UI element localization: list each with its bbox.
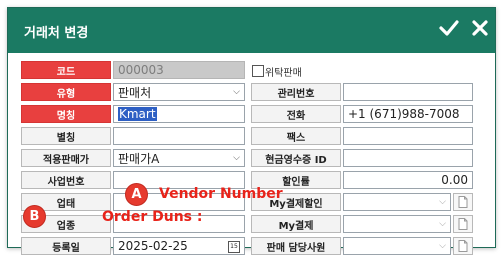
discount-rate-field[interactable]: 0.00 xyxy=(343,171,473,189)
type-select-value: 판매처 xyxy=(118,85,152,100)
consign-checkbox-label: 위탁판매 xyxy=(265,68,302,79)
calendar-icon[interactable]: 15 xyxy=(228,241,240,253)
label-phone: 전화 xyxy=(251,105,341,123)
form-area: 코드 000003 위탁판매 유형 판매처 ⌵ 관리번호 명칭 Kmart 전화… xyxy=(8,53,495,255)
close-icon[interactable] xyxy=(469,17,491,39)
phone-field[interactable]: +1 (671)988-7008 xyxy=(343,105,473,123)
label-reg-date: 등록일 xyxy=(21,237,111,255)
annotation-a-text: Vendor Number xyxy=(159,186,283,202)
annotation-b-text: Order Duns : xyxy=(102,209,203,225)
label-sales-rep: 판매 담당사원 xyxy=(251,237,341,255)
dropdown-arrow-icon: ⌵ xyxy=(439,219,446,229)
file-icon xyxy=(458,196,468,208)
dropdown-arrow-icon: ⌵ xyxy=(233,153,240,163)
price-type-value: 판매가A xyxy=(118,151,160,166)
fax-field[interactable] xyxy=(343,127,473,145)
label-name: 명칭 xyxy=(21,105,111,123)
my-payment-file-button[interactable] xyxy=(453,215,473,233)
label-price-type: 적용판매가 xyxy=(21,149,111,167)
label-code: 코드 xyxy=(21,61,111,79)
reg-date-value: 2025-02-25 xyxy=(118,239,188,253)
label-mgmt-no: 관리번호 xyxy=(251,83,341,101)
label-biz-no: 사업번호 xyxy=(21,171,111,189)
consign-checkbox[interactable] xyxy=(252,65,264,77)
my-discount-select[interactable]: ⌵ xyxy=(343,193,451,211)
code-field: 000003 xyxy=(113,61,245,79)
label-type: 유형 xyxy=(21,83,111,101)
label-my-payment: My결제 xyxy=(251,215,341,233)
file-icon xyxy=(458,218,468,230)
type-select[interactable]: 판매처 ⌵ xyxy=(113,83,245,101)
cash-receipt-id-field[interactable] xyxy=(343,149,473,167)
dropdown-arrow-icon: ⌵ xyxy=(439,197,446,207)
title-bar: 거래처 변경 xyxy=(8,8,495,53)
dropdown-arrow-icon: ⌵ xyxy=(233,87,240,97)
name-field-value: Kmart xyxy=(118,107,157,121)
label-alias: 별칭 xyxy=(21,127,111,145)
mgmt-no-field[interactable] xyxy=(343,83,473,101)
annotation-a-badge: A xyxy=(125,183,148,206)
my-discount-file-button[interactable] xyxy=(453,193,473,211)
sales-rep-file-button[interactable] xyxy=(453,237,473,255)
sales-rep-select[interactable]: ⌵ xyxy=(343,237,451,255)
window-title: 거래처 변경 xyxy=(24,26,89,41)
label-fax: 팩스 xyxy=(251,127,341,145)
alias-field[interactable] xyxy=(113,127,245,145)
reg-date-field[interactable]: 2025-02-25 15 xyxy=(113,237,245,255)
price-type-select[interactable]: 판매가A ⌵ xyxy=(113,149,245,167)
check-icon[interactable] xyxy=(438,17,460,39)
label-cash-receipt-id: 현금영수증 ID xyxy=(251,149,341,167)
dropdown-arrow-icon: ⌵ xyxy=(439,241,446,251)
my-payment-select[interactable]: ⌵ xyxy=(343,215,451,233)
dialog-window: 거래처 변경 코드 000003 위탁판매 유형 판매처 ⌵ 관리번호 명칭 K… xyxy=(7,7,496,255)
annotation-b-badge: B xyxy=(23,205,46,228)
name-field[interactable]: Kmart xyxy=(113,105,245,123)
file-icon xyxy=(458,240,468,252)
